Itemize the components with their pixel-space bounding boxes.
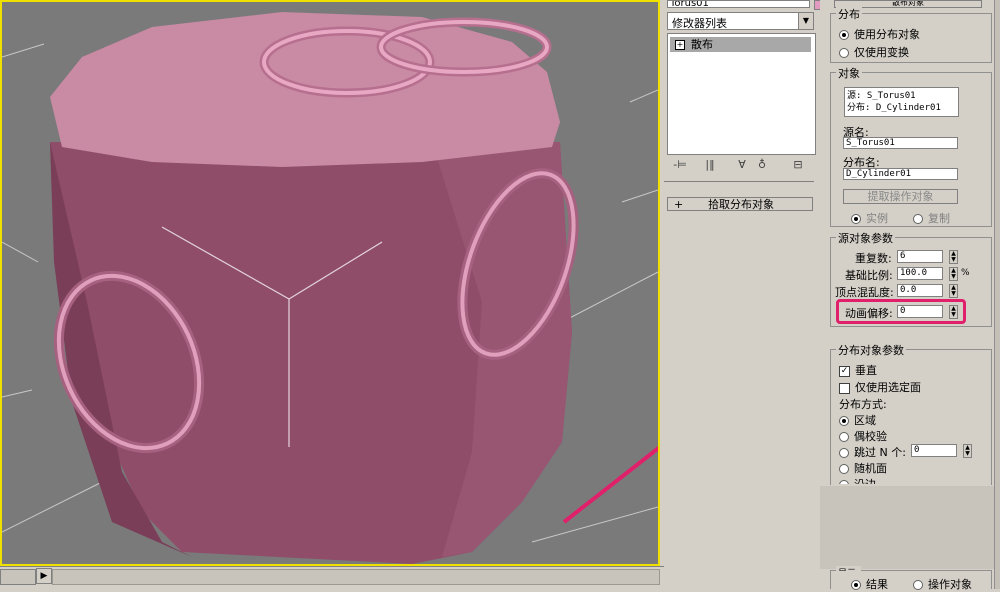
radio-label: 跳过 N 个: [854,446,906,459]
time-slider-handle[interactable] [0,569,36,585]
scene-render [2,12,658,564]
vertex-chaos-field[interactable]: 0.0 [897,284,943,297]
even-radio[interactable]: 偶校验 [839,428,887,444]
radio-label: 结果 [866,578,888,591]
panel-scrollbar[interactable] [994,0,1000,589]
radio-off-icon [839,432,849,442]
object-group: 对象 源: S_Torus01 分布: D_Cylinder01 源名: S_T… [830,65,992,227]
pick-distribution-object-rollout[interactable]: + 拾取分布对象 [667,197,813,211]
vertex-chaos-label: 顶点混乱度: [835,286,894,299]
configure-sets-icon[interactable]: ⊟ [789,156,807,174]
remove-modifier-icon[interactable]: ♁ [753,156,771,174]
operand-source: 源: S_Torus01 [847,91,916,101]
display-group: 显示: 结果 操作对象 [830,566,992,592]
group-title: 分布对象参数 [836,342,906,358]
operands-radio[interactable]: 操作对象 [913,576,972,592]
use-selected-faces-checkbox[interactable]: 仅使用选定面 [839,379,921,395]
divider [664,181,814,182]
operand-list[interactable]: 源: S_Torus01 分布: D_Cylinder01 [844,87,959,117]
along-edges-radio[interactable]: 沿边 [839,476,876,484]
radio-off-icon [839,448,849,458]
stack-item-label: 散布 [691,38,713,51]
show-end-result-icon[interactable]: |‖ [701,156,719,174]
pin-stack-icon[interactable]: -⊨ [671,156,689,174]
modifier-stack[interactable]: + 散布 [667,33,816,155]
skip-n-spinner[interactable]: ▲ ▼ [963,444,972,458]
radio-label: 沿边 [854,478,876,484]
radio-on-icon [839,30,849,40]
distribution-object-params-group: 分布对象参数 ✓ 垂直 仅使用选定面 分布方式: 区域 偶校验 跳过 N 个: 0… [830,342,992,485]
radio-on-icon [851,214,861,224]
pick-distribution-object-label: 拾取分布对象 [708,198,774,211]
parameters-panel: 散布对象 分布 使用分布对象 仅使用变换 对象 源: S_Torus01 分布:… [820,0,1000,592]
duplicates-label: 重复数: [855,252,892,265]
unchecked-box-icon [839,382,850,394]
radio-off-icon [913,214,923,224]
group-title: 显示: [836,566,862,571]
base-scale-unit: % [961,268,970,278]
skip-n-field[interactable]: 0 [911,444,957,457]
time-next-arrow[interactable]: ▶ [36,568,52,584]
base-scale-label: 基础比例: [845,269,893,282]
modify-panel: Torus01 修改器列表 ▼ + 散布 -⊨ |‖ ∀ ♁ ⊟ + 拾取分布对象 [664,0,832,589]
time-slider-bar: ▶ [0,566,664,590]
radio-label: 实例 [866,212,888,225]
skip-n-radio[interactable]: 跳过 N 个: [839,444,906,460]
duplicates-field[interactable]: 6 [897,250,943,263]
check-icon: ✓ [839,365,850,377]
viewport-3d[interactable] [0,0,660,566]
object-name-field[interactable]: Torus01 [667,0,810,8]
time-track[interactable] [52,569,660,585]
group-title: 分布 [836,6,862,22]
perpendicular-checkbox[interactable]: ✓ 垂直 [839,362,877,378]
stack-toolbar: -⊨ |‖ ∀ ♁ ⊟ [667,156,814,176]
area-radio[interactable]: 区域 [839,412,876,428]
modifier-list-dropdown[interactable]: 修改器列表 ▼ [667,12,814,30]
use-distribution-object-radio[interactable]: 使用分布对象 [839,26,920,42]
checkbox-label: 仅使用选定面 [855,381,921,394]
scroll-gap [820,486,994,569]
chevron-down-icon[interactable]: ▼ [798,13,813,29]
extract-operand-button[interactable]: 提取操作对象 [843,189,958,204]
annotation-arrow [562,445,658,524]
radio-label: 偶校验 [854,430,887,443]
radio-label: 仅使用变换 [854,46,909,59]
make-unique-icon[interactable]: ∀ [733,156,751,174]
distribution-name-field[interactable]: D_Cylinder01 [843,168,958,180]
radio-label: 操作对象 [928,578,972,591]
instance-radio[interactable]: 实例 [851,210,888,226]
radio-off-icon [839,464,849,474]
checkbox-label: 垂直 [855,364,877,377]
random-faces-radio[interactable]: 随机面 [839,460,887,476]
stack-item-scatter[interactable]: + 散布 [670,37,811,52]
highlight-box [836,299,966,324]
radio-label: 随机面 [854,462,887,475]
base-scale-spinner[interactable]: ▲ ▼ [949,267,958,281]
expand-icon[interactable]: + [675,40,685,50]
source-name-field[interactable]: S_Torus01 [843,137,958,149]
radio-label: 使用分布对象 [854,28,920,41]
modifier-list-label: 修改器列表 [672,17,727,30]
operand-distribution: 分布: D_Cylinder01 [847,103,941,113]
radio-label: 复制 [928,212,950,225]
group-title: 对象 [836,65,862,81]
radio-on-icon [839,416,849,426]
duplicates-spinner[interactable]: ▲ ▼ [949,250,958,264]
base-scale-field[interactable]: 100.0 [897,267,943,280]
rollout-toggle-icon: + [674,198,684,211]
distribution-method-label: 分布方式: [839,398,887,411]
radio-off-icon [839,48,849,58]
group-title: 源对象参数 [836,230,895,246]
radio-label: 区域 [854,414,876,427]
copy-radio[interactable]: 复制 [913,210,950,226]
radio-off-icon [839,480,849,484]
result-radio[interactable]: 结果 [851,576,888,592]
vertex-chaos-spinner[interactable]: ▲ ▼ [949,284,958,298]
use-transform-only-radio[interactable]: 仅使用变换 [839,44,909,60]
distribution-group: 分布 使用分布对象 仅使用变换 [830,6,992,63]
